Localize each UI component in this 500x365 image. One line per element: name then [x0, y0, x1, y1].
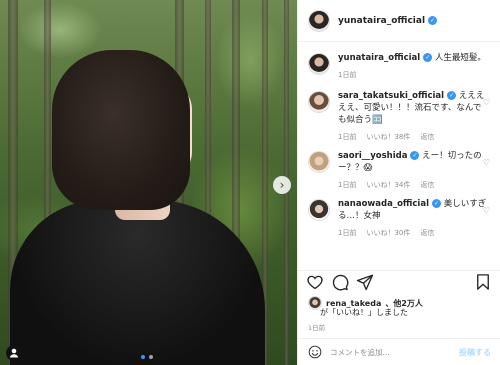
reply-button[interactable]: 返信	[420, 228, 434, 238]
share-icon[interactable]	[356, 273, 374, 291]
verified-badge-icon: ✓	[432, 199, 441, 208]
verified-badge-icon: ✓	[428, 16, 438, 25]
avatar[interactable]	[308, 91, 330, 113]
person-hair	[52, 50, 190, 210]
person-shirt	[10, 200, 265, 365]
verified-badge-icon: ✓	[447, 91, 457, 100]
heart-icon[interactable]: ♡	[483, 206, 490, 215]
caption-text: 人生最短髪。	[434, 53, 486, 63]
comment-username[interactable]: saori__yoshida	[338, 151, 407, 161]
comment-icon[interactable]	[331, 273, 349, 291]
list-item: nanaowada_official ✓ 美しいすぎる…！女神 1日前 いいね！3…	[308, 198, 490, 238]
comment-username[interactable]: sara_takatsuki_official	[338, 91, 444, 101]
post-actions	[298, 270, 500, 294]
post-side-panel: yunataira_official ✓ yunataira_official ✓…	[297, 0, 500, 365]
avatar[interactable]	[308, 53, 330, 75]
likes-suffix: が「いいね！」しました	[320, 308, 408, 317]
heart-icon[interactable]: ♡	[483, 158, 490, 167]
reply-button[interactable]: 返信	[420, 180, 434, 190]
chevron-right-icon[interactable]: ›	[273, 176, 291, 194]
heart-icon[interactable]: ♡	[483, 98, 490, 107]
avatar[interactable]	[308, 199, 330, 221]
caption-time: 1日前	[338, 71, 357, 79]
verified-badge-icon: ✓	[423, 53, 433, 62]
comments-list[interactable]: yunataira_official ✓ 人生最短髪。 1日前 sara_taka…	[298, 42, 500, 270]
caption-username[interactable]: yunataira_official	[338, 53, 420, 63]
post-comment-button[interactable]: 投稿する	[459, 347, 491, 358]
comment-time: 1日前	[338, 133, 357, 141]
bookmark-icon[interactable]	[474, 273, 492, 291]
post-header: yunataira_official ✓	[298, 0, 500, 42]
post-date[interactable]: 1日前	[308, 322, 325, 332]
carousel-dot	[149, 355, 153, 359]
comment-likes-link[interactable]: いいね！30件	[366, 228, 410, 238]
heart-icon[interactable]	[306, 273, 324, 291]
author-username[interactable]: yunataira_official	[338, 16, 425, 26]
comment-time: 1日前	[338, 229, 357, 237]
comment-likes-link[interactable]: いいね！34件	[366, 180, 410, 190]
avatar[interactable]	[308, 9, 330, 32]
reply-button[interactable]: 返信	[420, 132, 434, 142]
caption-row: yunataira_official ✓ 人生最短髪。 1日前	[308, 52, 490, 80]
comment-input[interactable]	[330, 347, 450, 357]
comment-bar: 投稿する	[298, 338, 500, 365]
carousel-dots	[141, 355, 153, 359]
list-item: saori__yoshida ✓ えー！切ったのー？？😱 1日前 いいね！34件 …	[308, 150, 490, 190]
list-item: sara_takatsuki_official ✓ えええええ、可愛い！！！流石で…	[308, 90, 490, 142]
avatar[interactable]	[308, 151, 330, 173]
post-photo[interactable]: ›	[0, 0, 297, 365]
user-tag-icon[interactable]	[6, 345, 22, 361]
carousel-dot-active	[141, 355, 145, 359]
comment-username[interactable]: nanaowada_official	[338, 199, 429, 209]
verified-badge-icon: ✓	[410, 151, 420, 160]
emoji-icon[interactable]	[308, 345, 322, 359]
comment-time: 1日前	[338, 181, 357, 189]
comment-likes-link[interactable]: いいね！38件	[366, 132, 410, 142]
